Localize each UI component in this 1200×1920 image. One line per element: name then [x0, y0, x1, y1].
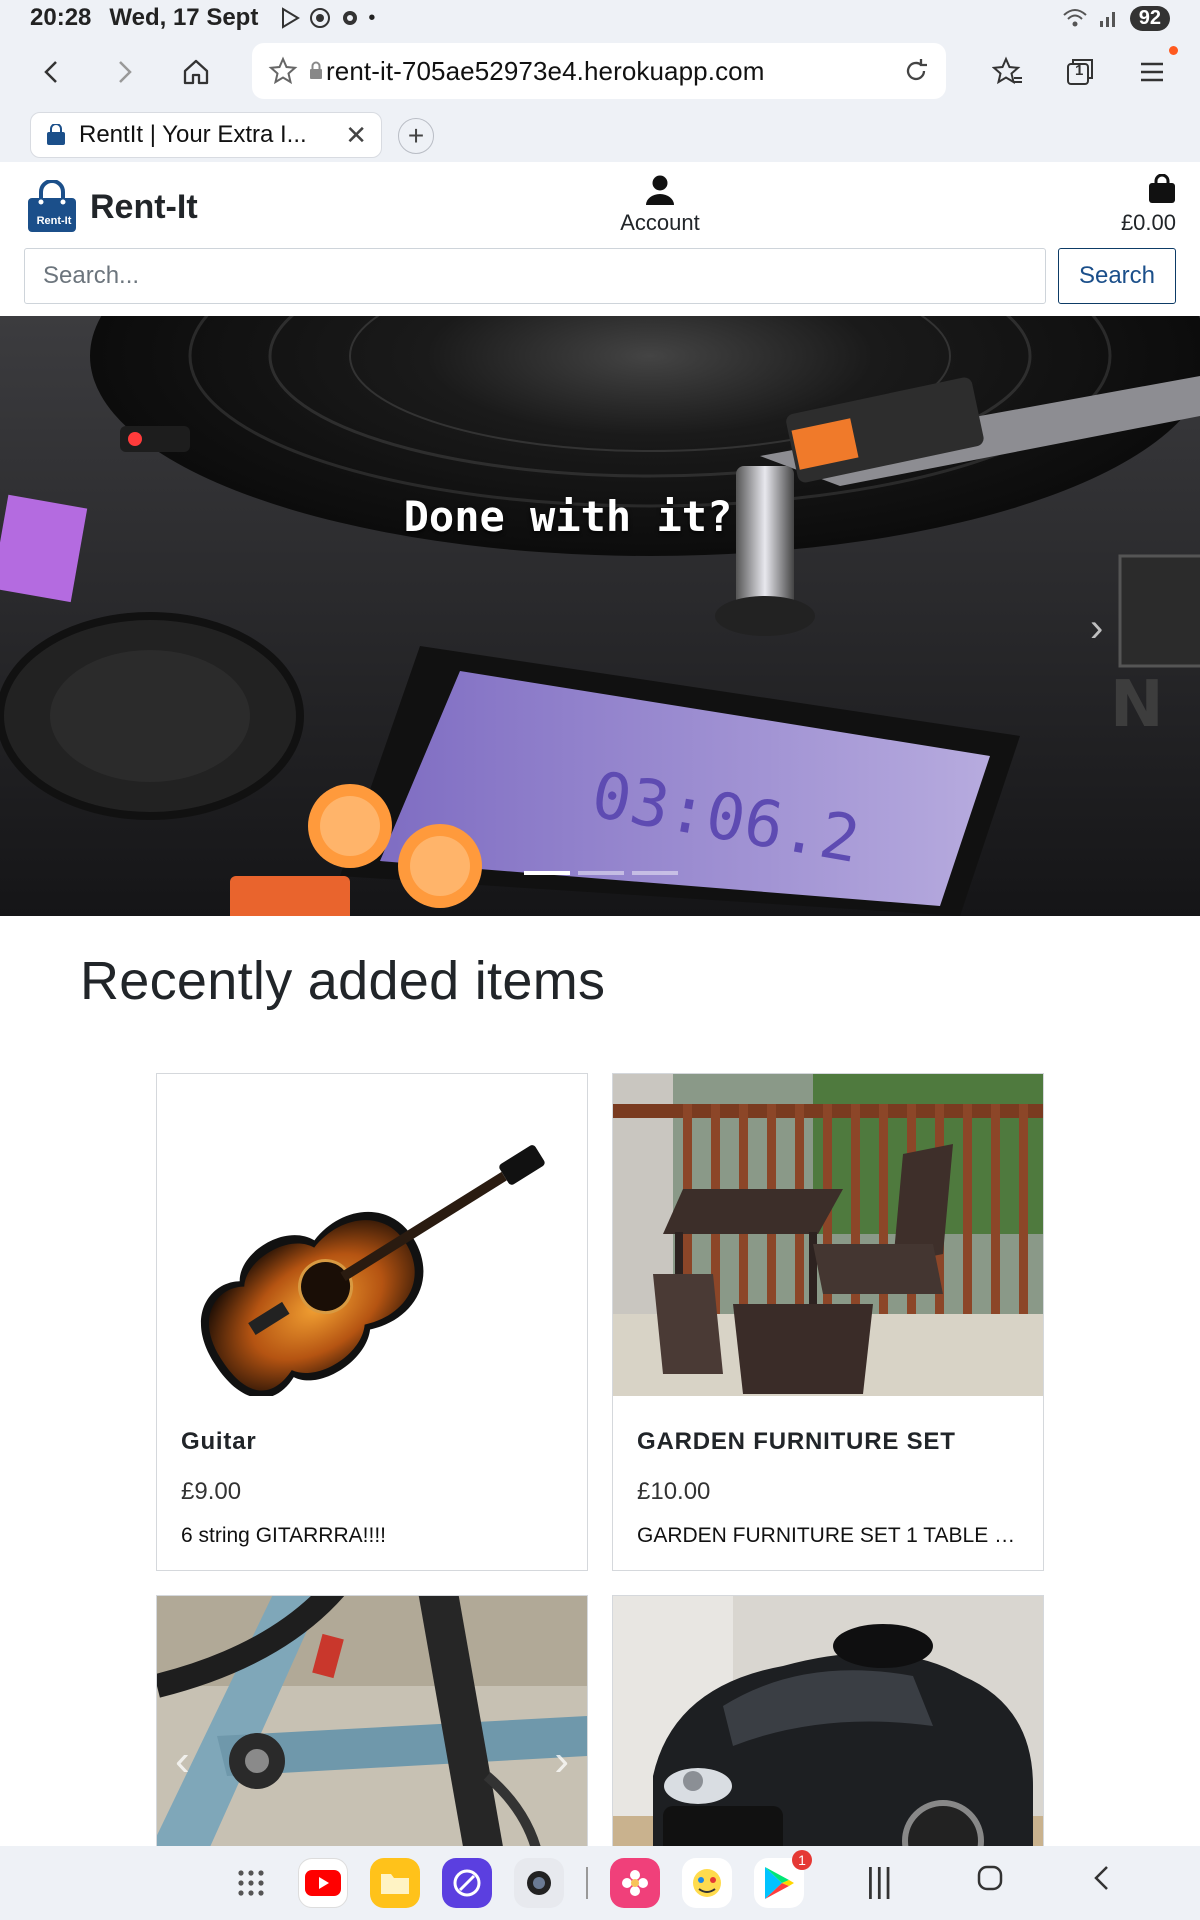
chevron-left-icon[interactable]: ‹: [175, 1736, 190, 1786]
item-description: 6 string GITARRRA!!!!: [181, 1524, 386, 1547]
item-name: Guitar: [181, 1428, 257, 1455]
grid-icon[interactable]: [226, 1858, 276, 1908]
item-description: GARDEN FURNITURE SET 1 TABLE 2...: [637, 1524, 1019, 1547]
recents-icon[interactable]: |||: [866, 1862, 893, 1901]
chevron-right-icon[interactable]: ›: [554, 1736, 569, 1786]
home-button[interactable]: [160, 36, 232, 108]
search-button[interactable]: Search: [1058, 248, 1176, 304]
back-icon: [44, 61, 57, 83]
tab-title: RentIt | Your Extra I...: [79, 121, 307, 148]
wifi-icon: [1063, 9, 1087, 27]
status-bar: 20:28 Wed, 17 Sept • 92: [0, 0, 1200, 36]
item-image: ‹ ›: [157, 1596, 587, 1855]
status-date: Wed, 17 Sept: [109, 4, 259, 31]
tabs-button[interactable]: 1: [1044, 36, 1116, 108]
url-text: rent-it-705ae52973e4.herokuapp.com: [326, 55, 765, 86]
home-nav-icon[interactable]: [976, 1862, 1004, 1901]
account-label: Account: [620, 210, 700, 235]
item-price: £9.00: [181, 1478, 242, 1505]
settings-icon: [343, 11, 358, 25]
favorites-button[interactable]: [972, 36, 1044, 108]
search-input[interactable]: [24, 248, 1046, 304]
item-card[interactable]: ‹ ›: [156, 1595, 588, 1855]
card-body: GARDEN FURNITURE SET £10.00 GARDEN FURNI…: [613, 1396, 1043, 1548]
item-card[interactable]: [612, 1595, 1044, 1855]
item-price: £10.00: [637, 1478, 711, 1505]
files-icon[interactable]: [370, 1858, 420, 1908]
address-bar[interactable]: rent-it-705ae52973e4.herokuapp.com: [252, 43, 946, 99]
account-link[interactable]: Account: [600, 174, 720, 236]
battery-level: 92: [1129, 5, 1170, 31]
play-store-icon[interactable]: 1: [754, 1850, 812, 1908]
search-form: Search: [24, 248, 1176, 304]
menu-icon: [1141, 62, 1163, 82]
bag-total: £0.00: [1120, 210, 1176, 235]
new-tab-button[interactable]: +: [398, 118, 434, 154]
notification-badge: 1: [792, 1850, 812, 1870]
play-icon: [282, 7, 301, 29]
carousel-indicator[interactable]: [578, 871, 624, 875]
reload-icon[interactable]: [902, 57, 930, 85]
close-icon[interactable]: ✕: [345, 120, 367, 151]
game-icon[interactable]: [682, 1858, 732, 1908]
camera-icon[interactable]: [514, 1858, 564, 1908]
android-nav-bar: 1 |||: [0, 1846, 1200, 1920]
menu-notification-dot: [1169, 46, 1178, 55]
item-image: [613, 1074, 1043, 1396]
section-title: Recently added items: [80, 951, 606, 1011]
bookmark-star-icon[interactable]: [268, 56, 298, 86]
lock-icon: [310, 61, 322, 79]
item-image: [613, 1596, 1043, 1855]
home-icon: [183, 59, 209, 85]
data-saver-icon: [310, 8, 331, 28]
browser-icon[interactable]: [442, 1858, 492, 1908]
status-time: 20:28: [30, 4, 92, 31]
svg-text:N: N: [1110, 668, 1164, 742]
dock-separator: [586, 1867, 588, 1899]
bag-link[interactable]: £0.00: [1076, 174, 1176, 236]
item-name: GARDEN FURNITURE SET: [637, 1428, 956, 1455]
user-icon: [646, 175, 674, 205]
status-icons: •: [278, 6, 375, 30]
plus-icon: +: [407, 120, 425, 151]
favorites-icon: [992, 56, 1022, 85]
forward-button[interactable]: [88, 36, 160, 108]
dot-icon: •: [368, 6, 376, 29]
carousel-next-icon[interactable]: ›: [1090, 606, 1103, 651]
carousel-indicator[interactable]: [632, 871, 678, 875]
site-header: Rent-It Rent-It Account £0.00 Search: [0, 162, 1200, 316]
favicon-icon: [47, 124, 65, 145]
gallery-icon[interactable]: [610, 1858, 660, 1908]
carousel-indicator[interactable]: [524, 871, 570, 875]
brand-link[interactable]: Rent-It Rent-It: [26, 180, 198, 234]
tab-count: 1: [1075, 62, 1084, 79]
back-button[interactable]: [16, 36, 88, 108]
carousel-indicators: [524, 871, 678, 875]
hero-caption: Done with it?: [403, 492, 733, 541]
hero-carousel[interactable]: 03:06.2 N Done with it? ›: [0, 316, 1200, 916]
app-dock: 1: [226, 1850, 812, 1908]
item-image: [157, 1074, 587, 1396]
tab-rentit[interactable]: RentIt | Your Extra I... ✕: [30, 112, 382, 158]
back-nav-icon[interactable]: [1090, 1862, 1114, 1901]
forward-icon: [119, 61, 132, 83]
shopping-bag-icon: [1149, 174, 1175, 203]
signal-icon: [1099, 12, 1115, 27]
menu-button[interactable]: [1116, 36, 1188, 108]
hero-image: 03:06.2 N: [0, 316, 1200, 916]
browser-toolbar: rent-it-705ae52973e4.herokuapp.com 1: [0, 36, 1200, 108]
item-card[interactable]: GARDEN FURNITURE SET £10.00 GARDEN FURNI…: [612, 1073, 1044, 1571]
tab-strip: RentIt | Your Extra I... ✕ +: [0, 108, 1200, 162]
logo-text: Rent-It: [36, 215, 72, 227]
youtube-icon[interactable]: [298, 1858, 348, 1908]
card-body: Guitar £9.00 6 string GITARRRA!!!!: [157, 1396, 587, 1548]
item-card[interactable]: Guitar £9.00 6 string GITARRRA!!!!: [156, 1073, 588, 1571]
brand-name: Rent-It: [90, 187, 198, 226]
